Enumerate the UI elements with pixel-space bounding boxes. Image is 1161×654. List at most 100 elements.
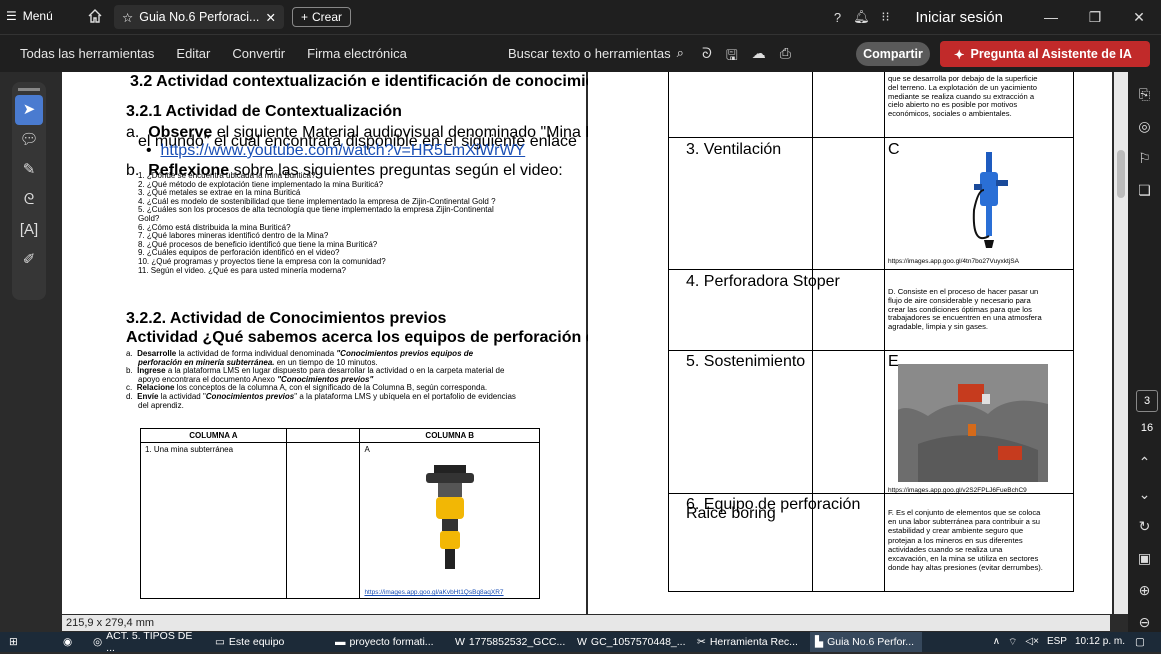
taskbar-item-word2[interactable]: W GC_1057570448_... <box>572 632 688 652</box>
close-window-icon[interactable]: ✕ <box>1117 9 1161 26</box>
subsection-321: 3.2.1 Actividad de Contextualización <box>126 103 402 120</box>
definition-line: excavación, en la mina se utiliza en sec… <box>888 554 1039 564</box>
comment-icon[interactable]: 💬︎ <box>12 125 46 155</box>
language-indicator[interactable]: ESP <box>1047 636 1067 649</box>
definition-line: en una labor subterránea para contribuir… <box>888 517 1040 527</box>
chevron-up-icon[interactable]: ∧ <box>993 636 1000 649</box>
scroll-thumb[interactable] <box>1117 150 1125 198</box>
subsection-322: 3.2.2. Actividad de Conocimientos previo… <box>126 310 447 327</box>
print-icon[interactable]: ⎙ <box>780 45 791 69</box>
new-tab-button[interactable]: + Crear <box>292 7 352 27</box>
menu-esign[interactable]: Firma electrónica <box>307 46 407 61</box>
system-tray: ∧ ⌔ ◁× ESP 10:12 p. m. <box>993 636 1125 649</box>
text-select-icon[interactable]: [A] <box>12 215 46 245</box>
upload-cloud-icon[interactable]: ☁ <box>752 45 766 69</box>
draw-curve-icon[interactable]: ᘓ <box>12 185 46 215</box>
star-icon[interactable]: ☆ <box>122 10 133 25</box>
menu-convert[interactable]: Convertir <box>232 46 285 61</box>
taskbar-item-label: Guia No.6 Perfor... <box>827 636 915 648</box>
row1-col-b: A https://images.app.goo.gl/aKvbHt1QsBq8… <box>359 442 540 599</box>
row6-definition: F. Es el conjunto de elementos que se co… <box>888 508 1068 572</box>
step-d-text: la actividad " <box>158 391 206 401</box>
app-toolbar: Todas las herramientas Editar Convertir … <box>0 34 1161 72</box>
definition-line: económicos, sociales o ambientales. <box>888 109 1012 119</box>
underground-support-image <box>898 364 1048 482</box>
windows-taskbar: ⊞ ◉ ◎ ACT. 5. TIPOS DE ... ▭ Este equipo ▬… <box>0 630 1161 654</box>
question: 11. Según el video. ¿Qué es para usted m… <box>138 265 346 275</box>
menu-all-tools[interactable]: Todas las herramientas <box>20 46 154 61</box>
help-icon[interactable]: ? <box>825 10 849 25</box>
stoper-drill-image <box>972 152 1008 248</box>
vertical-scrollbar[interactable] <box>1114 72 1128 614</box>
step-d-cont: del aprendiz. <box>138 400 184 410</box>
definition-line: agradable, limpia y sin gases. <box>888 322 989 332</box>
steps-list: a. Desarrolle la actividad de forma indi… <box>126 349 516 410</box>
taskbar-item-chrome[interactable]: ◎ ACT. 5. TIPOS DE ... <box>88 630 204 654</box>
home-icon[interactable] <box>86 7 104 25</box>
tab-title: Guia No.6 Perforaci... <box>139 10 260 24</box>
minimize-icon[interactable]: — <box>1029 9 1073 25</box>
row3-image-link[interactable]: https://images.app.goo.gl/4tn7bo27Vuyxkt… <box>888 258 1019 265</box>
row1-image-link[interactable]: https://images.app.goo.gl/aKvbHt1QsBq8aq… <box>364 589 503 596</box>
bell-icon[interactable]: 🔔︎ <box>849 9 873 25</box>
taskbar-item-label: proyecto formati... <box>349 636 434 648</box>
search-icon: ⌕ <box>676 45 684 60</box>
comment-panel-icon[interactable]: ◎ <box>1128 110 1161 142</box>
clock[interactable]: 10:12 p. m. <box>1075 636 1125 649</box>
step-b-label: b. <box>126 366 133 376</box>
search-tools-button[interactable]: Buscar texto o herramientas ⌕ <box>508 45 684 61</box>
share-button[interactable]: Compartir <box>856 42 930 66</box>
video-link[interactable]: • https://www.youtube.com/watch?v=HR5LmX… <box>146 142 525 160</box>
ai-sparkle-icon: ✦ <box>954 47 965 62</box>
apps-grid-icon[interactable]: ⁝⁝ <box>873 9 897 25</box>
pen-icon[interactable]: ✎ <box>12 155 46 185</box>
video-link-text[interactable]: https://www.youtube.com/watch?v=HR5LmXiW… <box>161 142 526 159</box>
taskbar-item-label: ACT. 5. TIPOS DE ... <box>106 630 193 654</box>
signin-link[interactable]: Iniciar sesión <box>915 9 1003 26</box>
fill-sign-icon[interactable]: ✐ <box>12 245 46 275</box>
menu-button[interactable]: ☰ Menú <box>6 9 53 23</box>
taskbar-item-folder[interactable]: ▬ proyecto formati... <box>330 632 446 652</box>
definition-line: protejan a los mineros en sus diferentes <box>888 535 1023 545</box>
menu-edit[interactable]: Editar <box>176 46 210 61</box>
bookmark-icon[interactable]: ⚐ <box>1128 142 1161 174</box>
restore-icon[interactable]: ❐ <box>1073 9 1117 26</box>
col-a-header: COLUMNA A <box>140 428 287 443</box>
volume-icon[interactable]: ◁× <box>1025 636 1039 649</box>
document-tab[interactable]: ☆ Guia No.6 Perforaci... ✕ <box>114 5 284 29</box>
taskbar-item-snipping[interactable]: ✂ Herramienta Rec... <box>692 632 804 652</box>
right-side-panel: ⎘ ◎ ⚐ ❏ ⌃ ⌄ ↻ ▣ ⊕ ⊖ <box>1128 72 1161 632</box>
select-cursor-icon[interactable]: ➤ <box>15 95 43 125</box>
row5-image-link[interactable]: https://images.app.goo.gl/v2S2FPLJ6FueBc… <box>888 487 1027 494</box>
scissors-icon: ✂ <box>697 636 706 648</box>
chrome-icon: ◎ <box>93 636 103 648</box>
export-pdf-icon[interactable]: ⎘ <box>1128 78 1161 110</box>
taskbar-item-label: 1775852532_GCC... <box>468 636 566 648</box>
start-icon[interactable]: ⊞ <box>4 632 23 652</box>
taskbar-item-explorer[interactable]: ▭ Este equipo <box>210 632 326 652</box>
read-aloud-icon[interactable]: ᘐ <box>702 45 712 69</box>
refresh-icon[interactable]: ↻ <box>1128 510 1161 542</box>
taskbar-item-acrobat[interactable]: ▙ Guia No.6 Perfor... <box>810 632 922 652</box>
wifi-icon[interactable]: ⌔ <box>1008 636 1017 649</box>
scroll-up-icon[interactable]: ⌃ <box>1128 446 1161 478</box>
taskbar-item-label: GC_1057570448_... <box>590 636 686 648</box>
scroll-down-icon[interactable]: ⌄ <box>1128 478 1161 510</box>
question: 5. ¿Cuáles son los procesos de alta tecn… <box>138 205 494 215</box>
empty-header-cell <box>285 428 361 443</box>
notification-icon[interactable]: ▢ <box>1130 632 1150 652</box>
zoom-in-icon[interactable]: ⊕ <box>1128 574 1161 606</box>
definition-line: F. Es el conjunto de elementos que se co… <box>888 508 1041 517</box>
save-icon[interactable]: 🖫 <box>726 45 738 69</box>
pages-icon[interactable]: ❏ <box>1128 174 1161 206</box>
close-tab-icon[interactable]: ✕ <box>266 10 276 25</box>
fit-page-icon[interactable]: ▣ <box>1128 542 1161 574</box>
step-d: d. Envíe la actividad "Conocimientos pre… <box>126 391 516 402</box>
firefox-icon[interactable]: ◉ <box>58 632 77 652</box>
row4-definition: D. Consiste en el proceso de hacer pasar… <box>888 287 1068 332</box>
taskbar-item-word1[interactable]: W 1775852532_GCC... <box>450 632 566 652</box>
word-icon: W <box>455 636 465 648</box>
horizontal-scrollbar[interactable] <box>176 615 1110 631</box>
current-page-field[interactable]: 3 <box>1136 390 1158 412</box>
ai-assistant-button[interactable]: ✦ Pregunta al Asistente de IA <box>940 41 1150 67</box>
